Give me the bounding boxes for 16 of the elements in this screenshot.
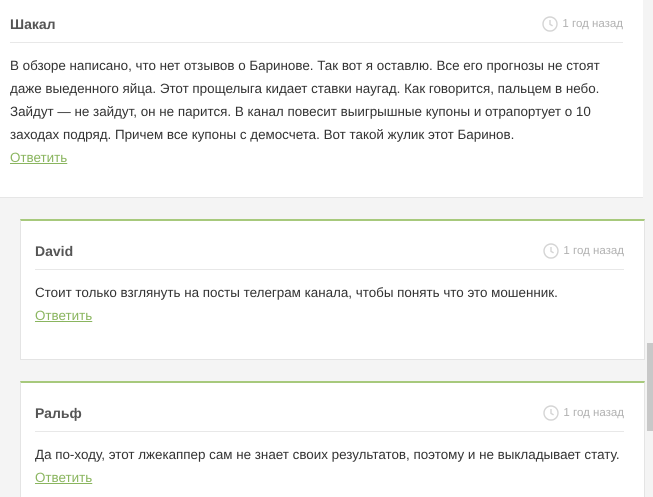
comment-text: Стоит только взглянуть на посты телеграм канала, чтобы понять что это мошенник. <box>35 284 559 302</box>
reply-link[interactable]: Ответить <box>35 308 92 323</box>
comment-author: Шакал <box>10 16 56 32</box>
comment-author: David <box>35 243 74 259</box>
reply-link[interactable]: Ответить <box>35 470 92 485</box>
comment-author: Ральф <box>35 405 82 421</box>
scrollbar[interactable] <box>647 343 653 431</box>
reply-link[interactable]: Ответить <box>10 150 68 165</box>
clock-icon <box>543 243 560 259</box>
comment-text: В обзоре написано, что нет отзывов о Баринове. Так вот я оставлю. Все его прогнозы не стоят даже выеденного яйца. Этот прощелыга кидает ставки наугад. Как говорится, пальцем в небо. Зайдут — не зайдут, он не парится. В канал повесит выигрышные купоны и отрапортует о 10 заходах подряд. Причем все купоны с демосчета. Вот такой жулик этот Баринов. <box>10 57 601 144</box>
clock-icon <box>542 16 558 32</box>
comment-time: 1 год назад <box>563 407 624 419</box>
comment-text: Да по-ходу, этот лжекаппер сам не знает своих результатов, поэтому и не выкладывает стату. <box>35 446 621 464</box>
comment-time: 1 год назад <box>563 245 624 257</box>
clock-icon <box>543 405 560 421</box>
comment-time: 1 год назад <box>562 18 623 30</box>
